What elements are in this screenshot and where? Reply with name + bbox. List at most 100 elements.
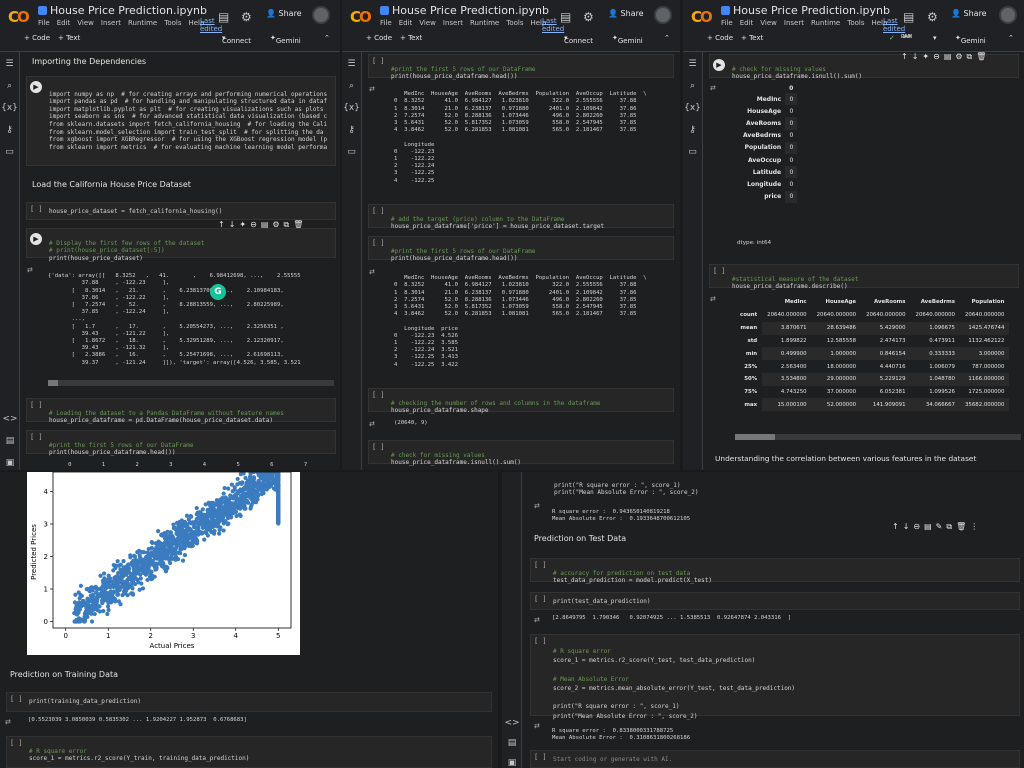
- run-cell-button[interactable]: ▶: [30, 81, 42, 93]
- menu-file[interactable]: File: [380, 19, 392, 27]
- add-code-button[interactable]: + Code: [707, 34, 733, 42]
- horizontal-scrollbar[interactable]: [735, 434, 1021, 440]
- variables-icon[interactable]: {x}: [342, 103, 361, 113]
- command-palette-icon[interactable]: ▤: [0, 436, 20, 446]
- colab-logo[interactable]: CO: [691, 8, 713, 26]
- menu-view[interactable]: View: [419, 19, 436, 27]
- output-icon[interactable]: ⇄: [534, 616, 540, 624]
- isnull-code[interactable]: # check for missing values house_price_d…: [732, 58, 862, 81]
- code-cell-describe[interactable]: [ ] #statistical measure of the dataset …: [709, 264, 1019, 291]
- search-icon[interactable]: ⌕: [0, 81, 19, 91]
- code-cell-load[interactable]: [ ] house_price_dataset = fetch_californ…: [26, 202, 336, 220]
- avatar[interactable]: [654, 6, 672, 24]
- gemini-button[interactable]: ✦ Gemini: [612, 34, 643, 45]
- test-predict-code[interactable]: # accuracy for prediction on test data t…: [553, 562, 712, 585]
- output-icon[interactable]: ⇄: [534, 722, 540, 730]
- output-icon[interactable]: ⇄: [369, 268, 375, 276]
- cell-toolbar[interactable]: ↑↓⊖▤✎⧉🗑⋮: [892, 522, 982, 532]
- output-icon[interactable]: ⇄: [5, 718, 11, 726]
- menu-insert[interactable]: Insert: [443, 19, 463, 27]
- menu-edit[interactable]: Edit: [399, 19, 413, 27]
- add-text-button[interactable]: + Text: [58, 34, 80, 42]
- search-icon[interactable]: ⌕: [342, 81, 361, 91]
- code-cell-add-target[interactable]: [ ] # add the target (price) column to t…: [368, 204, 674, 231]
- toc-icon[interactable]: ☰: [683, 59, 702, 69]
- describe-code[interactable]: #statistical measure of the dataset hous…: [732, 268, 858, 291]
- connect-button[interactable]: Connect ▾: [564, 34, 593, 45]
- avatar[interactable]: [312, 6, 330, 24]
- toc-icon[interactable]: ☰: [0, 59, 19, 69]
- add-target-code[interactable]: # add the target (price) column to the D…: [391, 208, 604, 231]
- code-snippets-icon[interactable]: <>: [502, 718, 522, 728]
- toc-icon[interactable]: ☰: [342, 59, 361, 69]
- head-code[interactable]: #print the first 5 rows of our DataFrame…: [391, 58, 536, 81]
- menu-view[interactable]: View: [760, 19, 777, 27]
- isnull-code[interactable]: # check for missing values house_price_d…: [391, 444, 521, 467]
- settings-icon[interactable]: ⚙: [927, 10, 938, 24]
- avatar[interactable]: [999, 6, 1017, 24]
- command-palette-icon[interactable]: ▤: [502, 738, 522, 748]
- add-text-button[interactable]: + Text: [741, 34, 763, 42]
- files-icon[interactable]: ▭: [683, 147, 702, 157]
- train-print-code[interactable]: print(training_data_prediction): [29, 698, 141, 706]
- output-icon[interactable]: ⇄: [710, 295, 716, 303]
- share-button[interactable]: 👤 Share: [951, 9, 987, 18]
- load-code[interactable]: house_price_dataset = fetch_california_h…: [49, 208, 222, 216]
- secrets-icon[interactable]: ⚷: [342, 125, 361, 135]
- colab-logo[interactable]: CO: [350, 8, 372, 26]
- run-cell-button[interactable]: ▶: [713, 59, 725, 71]
- code-cell-shape[interactable]: [ ] # checking the number of rows and co…: [368, 388, 674, 414]
- code-cell-dataframe[interactable]: [ ] # Loading the dataset to a Pandas Da…: [26, 398, 336, 424]
- code-cell-head-1[interactable]: [ ] #print the first 5 rows of our DataF…: [368, 54, 674, 81]
- notebook-title[interactable]: House Price Prediction.ipynb: [50, 4, 207, 17]
- code-cell-isnull[interactable]: [ ] # check for missing values house_pri…: [368, 440, 674, 467]
- test-scores-code[interactable]: # R square error score_1 = metrics.r2_sc…: [553, 638, 795, 721]
- gemini-button[interactable]: ✦ Gemini: [270, 34, 301, 45]
- menu-insert[interactable]: Insert: [784, 19, 804, 27]
- head-code[interactable]: #print the first 5 rows of our DataFrame…: [49, 434, 194, 457]
- menu-edit[interactable]: Edit: [740, 19, 754, 27]
- code-cell-test-scores[interactable]: [ ] # R square error score_1 = metrics.r…: [530, 634, 1020, 720]
- cell-toolbar[interactable]: ↑↓✦⊖▤⚙⧉🗑: [901, 52, 990, 62]
- comment-icon[interactable]: ▤: [560, 10, 571, 24]
- comment-icon[interactable]: ▤: [218, 10, 229, 24]
- notebook-title[interactable]: House Price Prediction.ipynb: [733, 4, 890, 17]
- menu-file[interactable]: File: [721, 19, 733, 27]
- menu-view[interactable]: View: [77, 19, 94, 27]
- menu-tools[interactable]: Tools: [847, 19, 864, 27]
- code-cell-head[interactable]: [ ] #print the first 5 rows of our DataF…: [26, 430, 336, 457]
- code-cell-imports[interactable]: ▶ import numpy as np # for creating arra…: [26, 76, 336, 166]
- colab-logo[interactable]: CO: [8, 8, 30, 26]
- collapse-icon[interactable]: ⌃: [1008, 34, 1014, 42]
- menu-tools[interactable]: Tools: [164, 19, 181, 27]
- gemini-button[interactable]: ✦ Gemini: [955, 34, 986, 45]
- menu-runtime[interactable]: Runtime: [470, 19, 499, 27]
- horizontal-scrollbar[interactable]: [48, 380, 334, 386]
- notebook-title[interactable]: House Price Prediction.ipynb: [392, 4, 549, 17]
- add-code-button[interactable]: + Code: [24, 34, 50, 42]
- connected-check-icon[interactable]: ✓: [889, 34, 895, 42]
- add-code-button[interactable]: + Code: [366, 34, 392, 42]
- settings-icon[interactable]: ⚙: [583, 10, 594, 24]
- collapse-icon[interactable]: ⌃: [324, 34, 330, 42]
- comment-icon[interactable]: ▤: [903, 10, 914, 24]
- imports-code[interactable]: import numpy as np # for creating arrays…: [49, 83, 327, 151]
- display-code[interactable]: # Display the first few rows of the data…: [49, 232, 204, 262]
- train-r2-code[interactable]: # R square error score_1 = metrics.r2_sc…: [29, 740, 249, 763]
- files-icon[interactable]: ▭: [0, 147, 19, 157]
- test-print-code[interactable]: print(test_data_prediction): [553, 598, 651, 606]
- code-cell-test-print[interactable]: [ ] print(test_data_prediction): [530, 592, 1020, 610]
- code-cell-display[interactable]: ▶ # Display the first few rows of the da…: [26, 228, 336, 262]
- search-icon[interactable]: ⌕: [683, 81, 702, 91]
- output-icon[interactable]: ⇄: [27, 266, 33, 274]
- variables-icon[interactable]: {x}: [0, 103, 19, 113]
- code-cell-train-print[interactable]: [ ] print(training_data_prediction): [6, 692, 492, 712]
- variables-icon[interactable]: {x}: [683, 103, 702, 113]
- share-button[interactable]: 👤 Share: [608, 9, 644, 18]
- output-icon[interactable]: ⇄: [369, 85, 375, 93]
- menu-file[interactable]: File: [38, 19, 50, 27]
- connect-button[interactable]: Connect ▾: [222, 34, 251, 45]
- code-cell-empty[interactable]: [ ] Start coding or generate with AI.: [530, 750, 1020, 768]
- terminal-icon[interactable]: ▣: [502, 758, 522, 768]
- output-icon[interactable]: ⇄: [369, 420, 375, 428]
